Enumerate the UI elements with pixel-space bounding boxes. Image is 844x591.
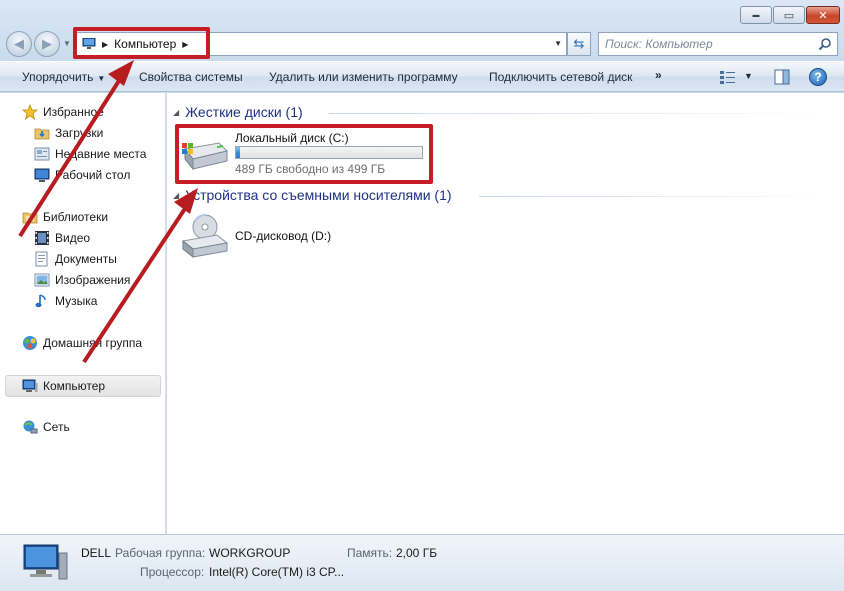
- change-view-button[interactable]: [719, 69, 737, 88]
- forward-arrow-icon: ▶: [42, 36, 52, 51]
- sidebar-item-label: Загрузки: [55, 126, 104, 140]
- group-header-label: Устройства со съемными носителями (1): [185, 187, 452, 203]
- close-button[interactable]: ✕: [806, 6, 840, 24]
- help-icon[interactable]: ?: [809, 68, 827, 86]
- maximize-button[interactable]: ▭: [773, 6, 805, 24]
- sidebar-item-music[interactable]: Музыка: [34, 292, 97, 310]
- workgroup-label: Рабочая группа:: [115, 546, 206, 560]
- preview-pane-button[interactable]: [774, 69, 790, 88]
- music-library-icon: [34, 293, 50, 309]
- collapse-triangle-icon: ◢: [173, 190, 180, 200]
- forward-button[interactable]: ▶: [34, 31, 60, 57]
- command-bar: Упорядочить ▼ Свойства системы Удалить ил…: [0, 61, 844, 92]
- explorer-window: ▬ ▭ ✕ ◀ ▶ ▼ ▶ Компьютер ▶ ▼ ⇆ Поиск: Ком…: [0, 0, 844, 591]
- group-divider: [479, 196, 829, 197]
- sidebar-item-label: Документы: [55, 252, 117, 266]
- video-library-icon: [34, 230, 50, 246]
- group-header-removable[interactable]: ◢ Устройства со съемными носителями (1): [173, 186, 452, 204]
- chevron-down-icon: ▼: [97, 74, 106, 83]
- view-dropdown-icon[interactable]: ▼: [744, 71, 753, 81]
- sidebar-item-desktop[interactable]: Рабочий стол: [34, 166, 130, 184]
- annotation-highlight-address: [73, 27, 210, 59]
- sidebar-item-label: Музыка: [55, 294, 98, 308]
- pictures-library-icon: [34, 272, 50, 288]
- refresh-icon: ⇆: [573, 36, 585, 51]
- system-properties-button[interactable]: Свойства системы: [139, 70, 243, 84]
- details-pane: DELL Рабочая группа: WORKGROUP Память: 2…: [0, 534, 844, 591]
- sidebar-item-label: Компьютер: [43, 379, 106, 393]
- recent-places-icon: [34, 146, 50, 162]
- sidebar-item-downloads[interactable]: Загрузки: [34, 124, 103, 142]
- minimize-button[interactable]: ▬: [740, 6, 772, 24]
- sidebar-item-video[interactable]: Видео: [34, 229, 90, 247]
- sidebar-item-label: Недавние места: [55, 147, 147, 161]
- sidebar-item-documents[interactable]: Документы: [34, 250, 117, 268]
- sidebar-item-network[interactable]: Сеть: [22, 418, 70, 436]
- view-options-icon: [720, 71, 735, 84]
- sidebar-item-label: Изображения: [55, 273, 131, 287]
- computer-large-icon: [22, 543, 68, 588]
- collapse-triangle-icon: ◢: [173, 107, 180, 117]
- uninstall-program-button[interactable]: Удалить или изменить программу: [269, 70, 458, 84]
- annotation-highlight-drive: [175, 124, 433, 184]
- refresh-button[interactable]: ⇆: [567, 32, 591, 56]
- address-dropdown-icon[interactable]: ▼: [554, 39, 562, 48]
- sidebar-item-computer[interactable]: Компьютер: [22, 377, 105, 395]
- search-icon[interactable]: [818, 37, 832, 54]
- drive-name-d: CD-дисковод (D:): [235, 229, 332, 243]
- map-network-drive-button[interactable]: Подключить сетевой диск: [489, 70, 632, 84]
- sidebar-item-recent-places[interactable]: Недавние места: [34, 145, 146, 163]
- homegroup-icon: [22, 335, 38, 351]
- downloads-folder-icon: [34, 125, 50, 141]
- sidebar-item-label: Избранное: [43, 105, 104, 119]
- sidebar-item-favorites[interactable]: Избранное: [21, 103, 104, 121]
- workgroup-value: WORKGROUP: [209, 546, 291, 560]
- cd-drive-icon: [179, 213, 229, 262]
- sidebar-item-label: Библиотеки: [43, 210, 109, 224]
- sidebar-item-label: Видео: [55, 231, 91, 245]
- navigation-pane: Избранное Загрузки Недавние места Рабочи…: [0, 93, 166, 534]
- group-header-hard-drives[interactable]: ◢ Жесткие диски (1): [173, 103, 303, 121]
- group-divider: [329, 113, 829, 114]
- back-button[interactable]: ◀: [6, 31, 32, 57]
- search-box[interactable]: [598, 32, 838, 56]
- processor-value: Intel(R) Core(TM) i3 CP...: [209, 565, 345, 579]
- computer-icon: [22, 378, 38, 394]
- computer-name: DELL: [81, 546, 112, 560]
- search-input[interactable]: [605, 37, 815, 51]
- sidebar-item-label: Рабочий стол: [55, 168, 131, 182]
- preview-pane-icon: [774, 69, 790, 85]
- window-caption-buttons: ▬ ▭ ✕: [739, 6, 840, 24]
- sidebar-item-libraries[interactable]: Библиотеки: [22, 208, 108, 226]
- organize-button[interactable]: Упорядочить ▼: [22, 70, 105, 84]
- desktop-icon: [34, 167, 50, 183]
- memory-value: 2,00 ГБ: [396, 546, 438, 560]
- processor-label: Процессор:: [140, 565, 205, 579]
- more-commands-button[interactable]: »: [655, 68, 662, 82]
- organize-label: Упорядочить: [22, 70, 94, 84]
- sidebar-item-label: Домашняя группа: [43, 336, 143, 350]
- drive-item-d[interactable]: CD-дисковод (D:): [177, 211, 377, 261]
- network-icon: [22, 419, 38, 435]
- star-icon: [21, 103, 39, 120]
- documents-library-icon: [34, 251, 50, 267]
- recent-pages-dropdown[interactable]: ▼: [63, 39, 71, 48]
- memory-label: Память:: [347, 546, 393, 560]
- sidebar-item-pictures[interactable]: Изображения: [34, 271, 130, 289]
- sidebar-item-homegroup[interactable]: Домашняя группа: [22, 334, 142, 352]
- back-arrow-icon: ◀: [14, 36, 24, 51]
- sidebar-item-label: Сеть: [43, 420, 70, 434]
- group-header-label: Жесткие диски (1): [185, 104, 303, 120]
- libraries-icon: [22, 209, 38, 225]
